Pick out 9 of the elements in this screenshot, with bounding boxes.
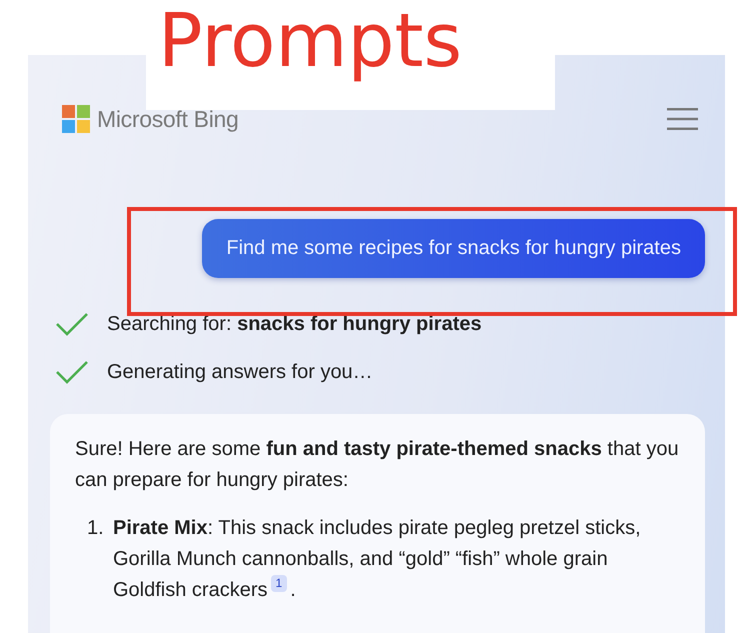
windows-logo-icon <box>62 105 90 133</box>
prompt-bubble: Find me some recipes for snacks for hungry pirates <box>202 219 705 278</box>
status-text: Generating answers for you… <box>107 360 373 384</box>
status-text: Searching for: snacks for hungry pirates <box>107 312 482 336</box>
citation-link[interactable]: 1 <box>270 575 288 592</box>
list-item-text: Pirate Mix: This snack includes pirate pegleg pretzel sticks, Gorilla Munch cannonballs, and “gold” “fish” whole grain Goldfish crackers 1 . <box>113 516 642 603</box>
menu-icon[interactable] <box>667 107 698 131</box>
answer-text: Sure! Here are some fun and tasty pirate-themed snacks that you can prepare for hungry pirates: <box>75 437 680 493</box>
list-number: 1. <box>87 516 105 541</box>
